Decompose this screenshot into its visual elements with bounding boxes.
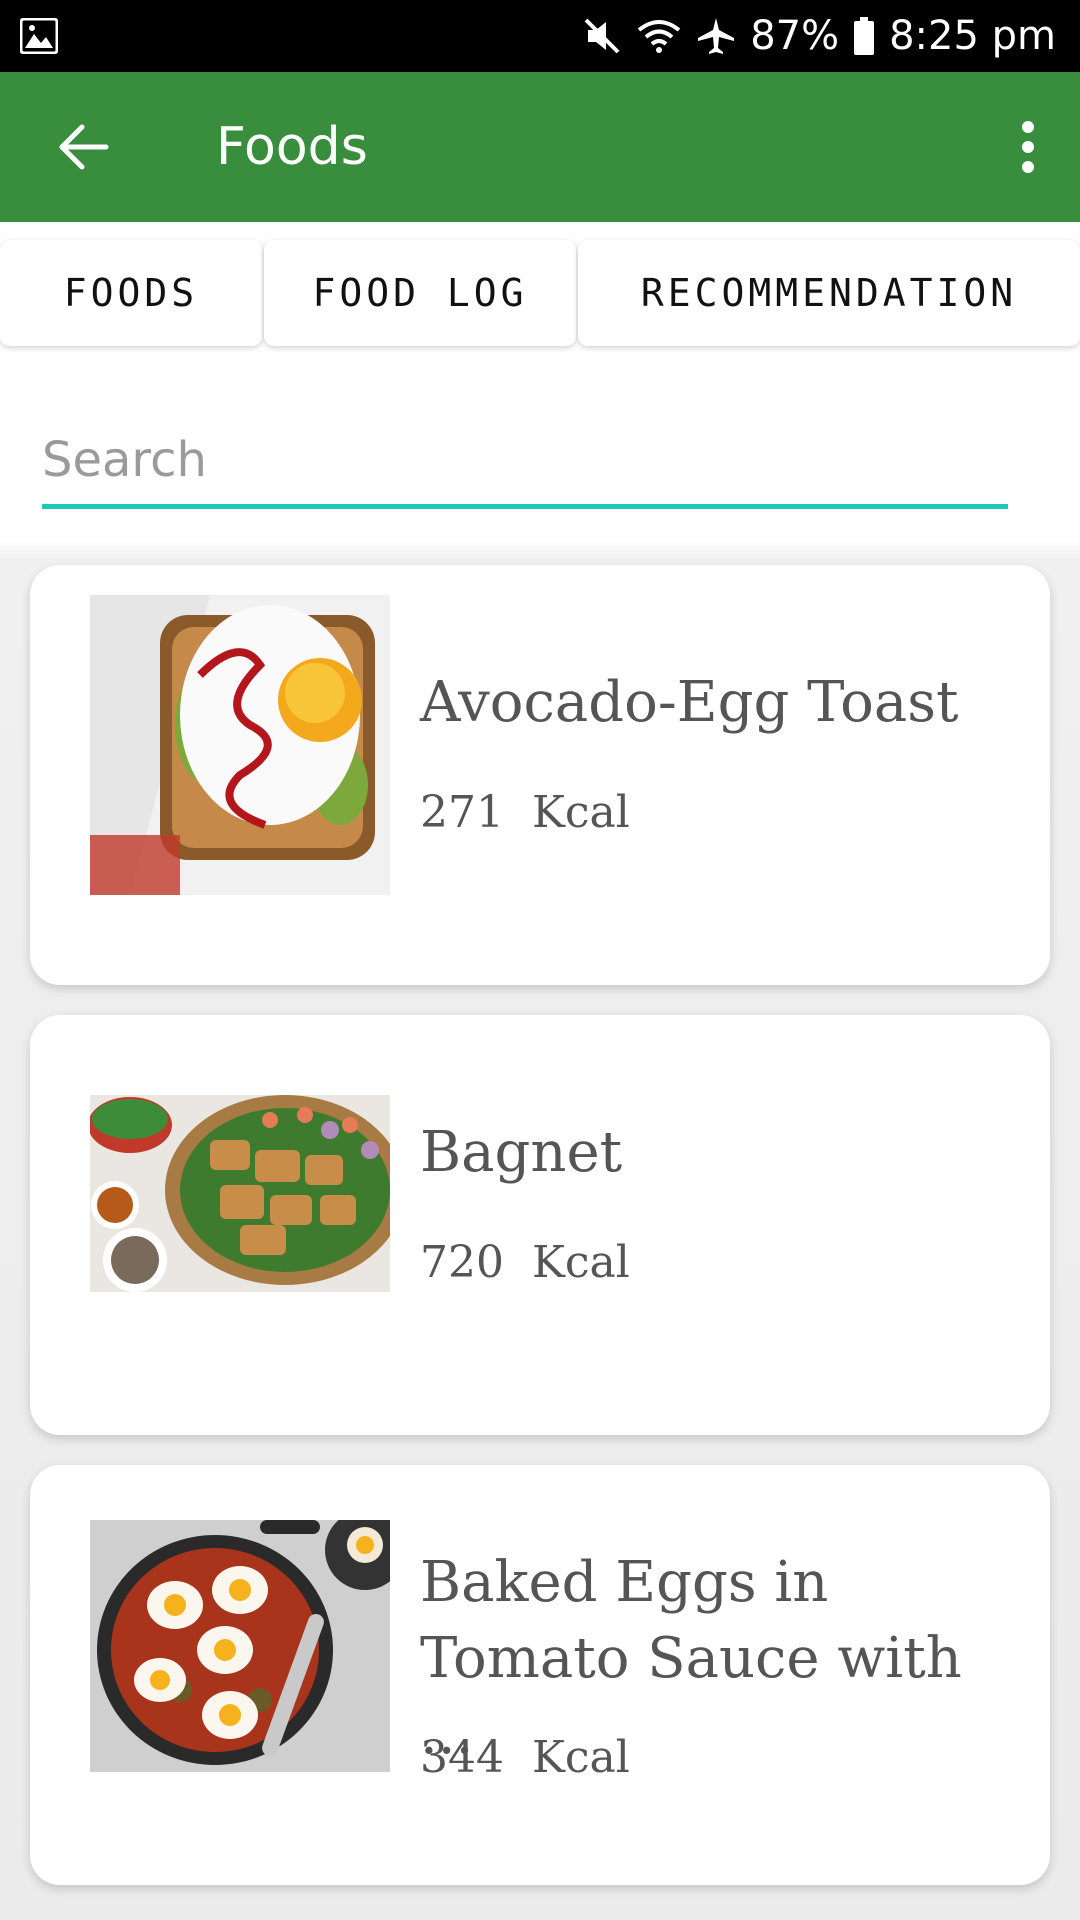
search-input[interactable] xyxy=(42,420,1008,500)
food-image-baked-eggs xyxy=(90,1520,390,1772)
food-kcal: 344 Kcal xyxy=(420,1732,630,1783)
food-card-avocado-egg-toast[interactable]: Avocado-Egg Toast 271 Kcal xyxy=(30,565,1050,985)
food-card-bagnet[interactable]: Bagnet 720 Kcal xyxy=(30,1015,1050,1435)
status-icons: 87% 8:25 pm xyxy=(582,8,1056,64)
tab-recommendation[interactable]: RECOMMENDATION xyxy=(578,240,1080,346)
food-card-baked-eggs[interactable]: Baked Eggs in Tomato Sauce with ... 344 … xyxy=(30,1465,1050,1885)
airplane-icon xyxy=(698,18,735,54)
back-arrow-icon[interactable] xyxy=(54,117,114,177)
food-kcal: 720 Kcal xyxy=(420,1237,630,1288)
battery-icon xyxy=(854,17,875,55)
food-name: Avocado-Egg Toast xyxy=(420,670,959,735)
wifi-icon xyxy=(637,20,681,53)
search-field xyxy=(42,420,1008,510)
food-name: Bagnet xyxy=(420,1120,623,1185)
food-image-bagnet xyxy=(90,1095,390,1292)
status-bar: 87% 8:25 pm xyxy=(0,0,1080,72)
food-kcal: 271 Kcal xyxy=(420,787,630,838)
tab-foods[interactable]: FOODS xyxy=(0,240,262,346)
search-underline xyxy=(42,504,1008,509)
mute-icon xyxy=(584,18,620,54)
tab-food-log[interactable]: FOOD LOG xyxy=(264,240,576,346)
clock: 8:25 pm xyxy=(889,13,1056,59)
page-title: Foods xyxy=(216,117,368,177)
image-icon xyxy=(20,18,58,54)
food-image-avocado-egg-toast xyxy=(90,595,390,895)
battery-percent: 87% xyxy=(750,13,840,59)
tab-bar: FOODS FOOD LOG RECOMMENDATION xyxy=(0,236,1080,348)
app-bar: Foods xyxy=(0,72,1080,222)
more-vert-icon[interactable] xyxy=(1008,117,1048,177)
